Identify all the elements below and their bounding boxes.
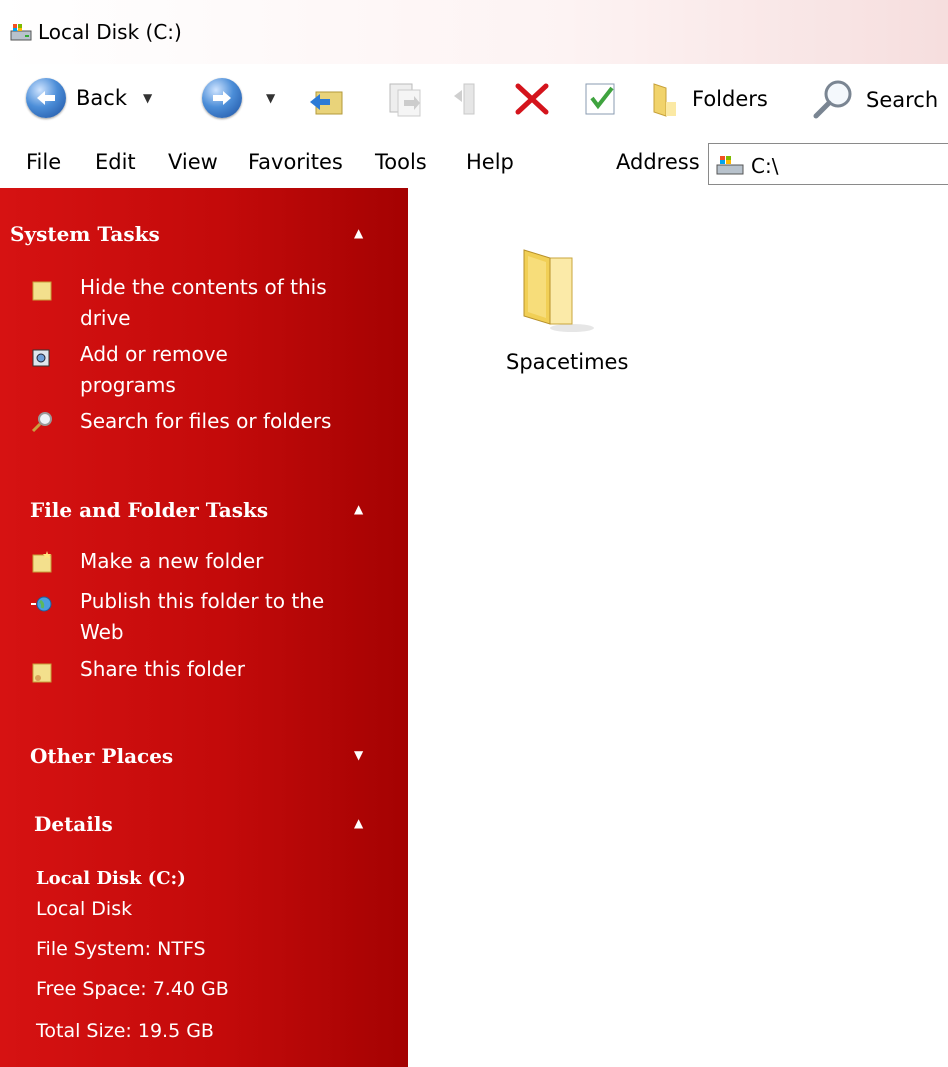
details-free-space: Free Space: 7.40 GB bbox=[36, 978, 229, 1000]
expand-arrow-icon[interactable]: ▼ bbox=[354, 748, 363, 762]
up-folder-icon bbox=[310, 91, 343, 115]
collapse-arrow-icon[interactable]: ▲ bbox=[354, 816, 363, 830]
details-file-system: File System: NTFS bbox=[36, 938, 206, 960]
details-drive-name: Local Disk (C:) bbox=[36, 868, 186, 889]
details-header[interactable]: Details bbox=[34, 812, 113, 836]
details-total-size: Total Size: 19.5 GB bbox=[36, 1020, 214, 1042]
forward-button[interactable]: ▼ bbox=[202, 78, 275, 118]
window-title: Local Disk (C:) bbox=[38, 20, 182, 44]
properties-check-icon bbox=[585, 83, 615, 115]
folder-icon bbox=[523, 249, 594, 332]
publish-web-icon bbox=[31, 596, 52, 612]
task-share-folder[interactable]: Share this folder bbox=[80, 654, 360, 685]
search-icon bbox=[813, 80, 852, 119]
share-folder-icon bbox=[32, 663, 52, 683]
menu-file[interactable]: File bbox=[26, 150, 61, 174]
copy-to-icon bbox=[454, 83, 475, 115]
local-disk-icon bbox=[10, 24, 32, 41]
new-folder-icon bbox=[32, 551, 52, 573]
properties-button[interactable] bbox=[582, 80, 622, 118]
copy-to-button[interactable] bbox=[450, 80, 486, 118]
menu-help[interactable]: Help bbox=[466, 150, 514, 174]
details-drive-type: Local Disk bbox=[36, 898, 133, 920]
collapse-arrow-icon[interactable]: ▲ bbox=[354, 502, 363, 516]
move-to-button[interactable] bbox=[386, 80, 424, 118]
folders-button[interactable]: Folders bbox=[648, 78, 768, 120]
collapse-arrow-icon[interactable]: ▲ bbox=[354, 226, 363, 240]
forward-arrow-icon bbox=[202, 78, 242, 118]
title-bar: Local Disk (C:) bbox=[0, 0, 948, 64]
folders-icon bbox=[653, 83, 676, 117]
task-hide-contents[interactable]: Hide the contents of this drive bbox=[80, 272, 360, 334]
menu-tools[interactable]: Tools bbox=[375, 150, 427, 174]
menu-favorites[interactable]: Favorites bbox=[248, 150, 343, 174]
add-remove-programs-icon bbox=[32, 349, 50, 367]
forward-dropdown-icon[interactable]: ▼ bbox=[266, 91, 275, 105]
folder-item-label[interactable]: Spacetimes bbox=[506, 350, 628, 374]
search-label: Search bbox=[866, 88, 939, 112]
hide-folder-icon bbox=[32, 281, 52, 301]
search-files-icon bbox=[31, 412, 52, 433]
drive-icon bbox=[716, 156, 744, 175]
move-to-icon bbox=[389, 83, 421, 117]
up-folder-button[interactable] bbox=[306, 82, 344, 116]
folder-item[interactable] bbox=[520, 244, 600, 344]
toolbar: Back ▼ ▼ Folders Search bbox=[0, 64, 948, 136]
system-tasks-header[interactable]: System Tasks bbox=[10, 222, 160, 246]
task-pane: System Tasks ▲ Hide the contents of this… bbox=[0, 188, 408, 1067]
address-label: Address bbox=[616, 150, 700, 174]
folders-label: Folders bbox=[692, 87, 768, 111]
address-bar[interactable]: C:\ bbox=[708, 143, 948, 185]
search-button[interactable]: Search bbox=[810, 78, 938, 122]
back-label: Back bbox=[76, 86, 127, 110]
task-add-remove-programs[interactable]: Add or remove programs bbox=[80, 339, 360, 401]
delete-x-icon bbox=[515, 83, 549, 115]
other-places-header[interactable]: Other Places bbox=[30, 744, 173, 768]
menu-view[interactable]: View bbox=[168, 150, 218, 174]
task-search-files[interactable]: Search for files or folders bbox=[80, 406, 360, 437]
delete-button[interactable] bbox=[514, 82, 550, 116]
address-value: C:\ bbox=[751, 154, 779, 178]
back-button[interactable]: Back ▼ bbox=[26, 78, 152, 118]
menu-edit[interactable]: Edit bbox=[95, 150, 136, 174]
file-folder-tasks-header[interactable]: File and Folder Tasks bbox=[30, 498, 268, 522]
task-make-new-folder[interactable]: Make a new folder bbox=[80, 546, 360, 577]
back-arrow-icon bbox=[26, 78, 66, 118]
back-dropdown-icon[interactable]: ▼ bbox=[143, 91, 152, 105]
task-publish-to-web[interactable]: Publish this folder to the Web bbox=[80, 586, 360, 648]
